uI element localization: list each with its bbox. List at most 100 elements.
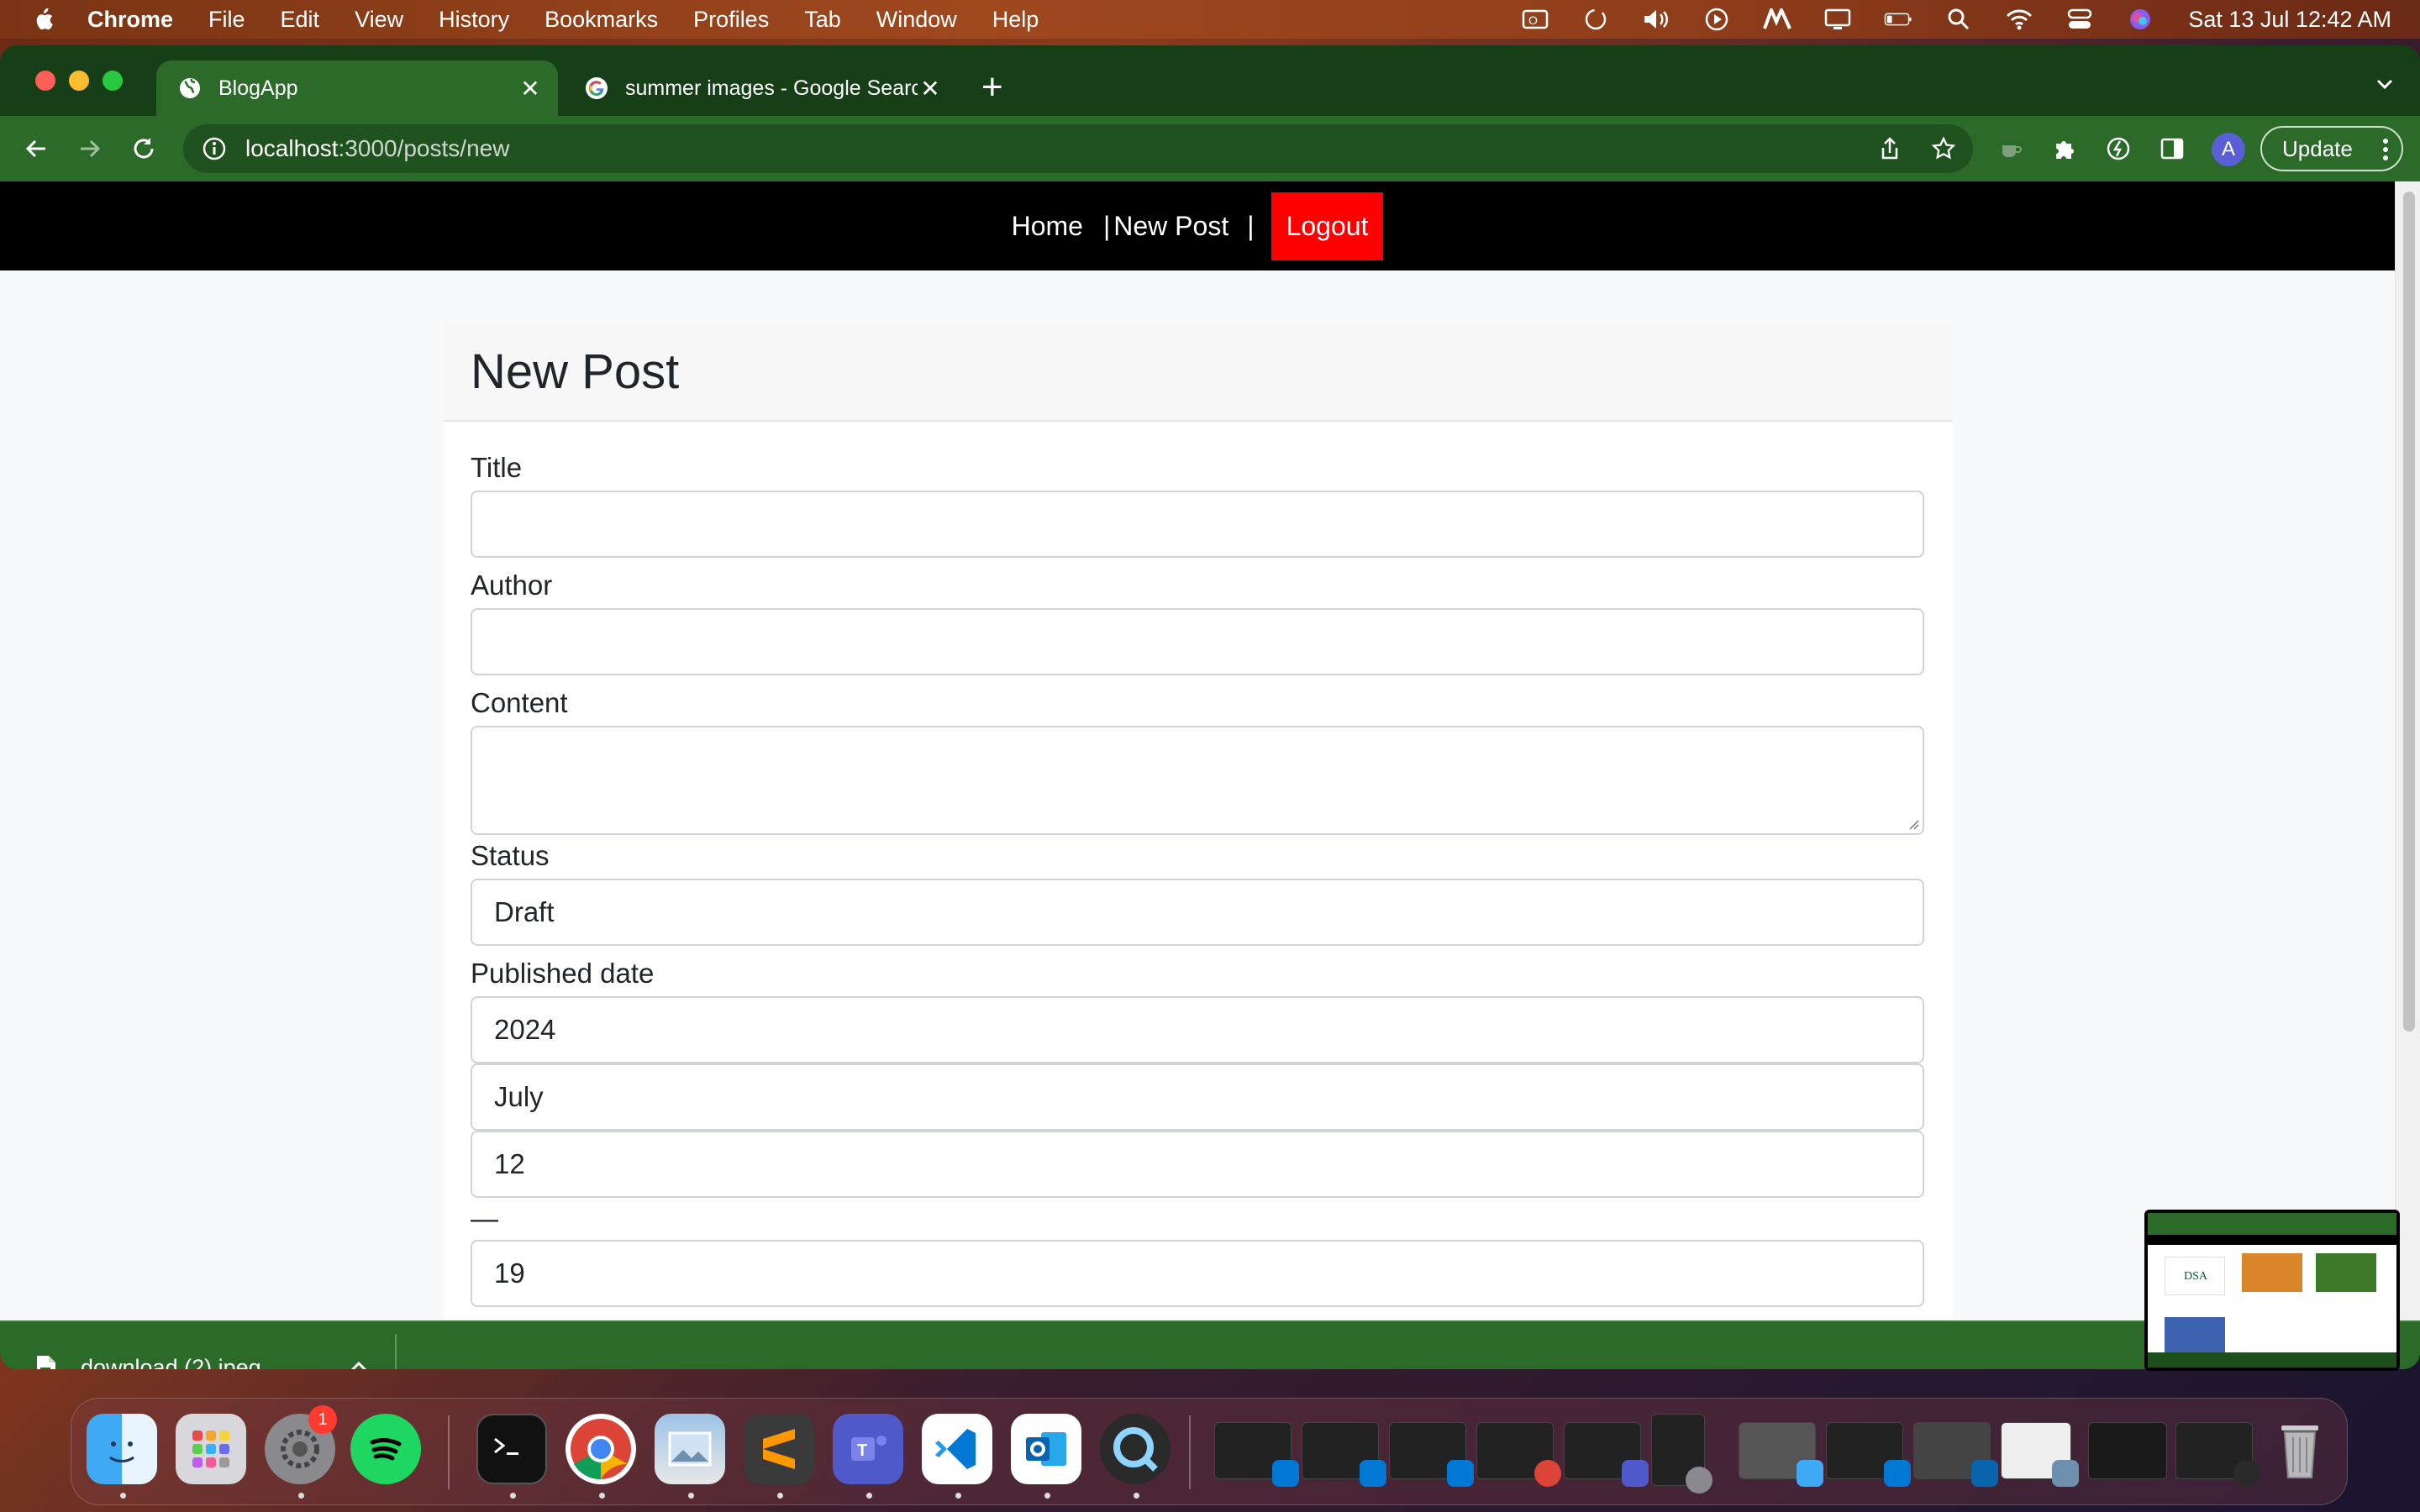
menu-history[interactable]: History: [439, 7, 509, 33]
download-item[interactable]: download (2).jpeg: [35, 1354, 261, 1369]
minimized-window[interactable]: [1913, 1422, 1998, 1487]
preview-app-icon[interactable]: [655, 1414, 725, 1484]
minimized-window[interactable]: [2175, 1422, 2260, 1487]
menu-profiles[interactable]: Profiles: [693, 7, 769, 33]
siri-icon[interactable]: [2126, 7, 2154, 32]
tab-blogapp[interactable]: BlogApp ✕: [156, 60, 558, 116]
screenshot-thumbnail[interactable]: DSA: [2144, 1210, 2400, 1371]
logout-button[interactable]: Logout: [1270, 192, 1384, 260]
terminal-app-icon[interactable]: [476, 1414, 547, 1484]
address-bar[interactable]: localhost:3000/posts/new: [183, 124, 1973, 173]
minimized-window[interactable]: [1739, 1422, 1823, 1487]
file-icon: [37, 1356, 55, 1369]
site-navbar: Home | New Post | Logout: [0, 181, 2395, 270]
play-circle-icon[interactable]: [1702, 7, 1731, 32]
vscode-icon: [1272, 1460, 1299, 1487]
more-menu-icon: [2383, 139, 2388, 160]
sublime-text-app-icon[interactable]: [744, 1414, 814, 1484]
side-panel-icon[interactable]: [2158, 134, 2186, 163]
nav-home-link[interactable]: Home: [1012, 211, 1083, 242]
teams-icon: [1622, 1460, 1649, 1487]
nav-separator: |: [1102, 210, 1111, 241]
page-scrollbar-track[interactable]: [2395, 181, 2420, 1320]
published-year-select[interactable]: 2024: [471, 996, 1924, 1063]
tab-google-search[interactable]: summer images - Google Search ✕: [563, 60, 958, 116]
menu-help[interactable]: Help: [992, 7, 1039, 33]
published-hour-select[interactable]: 19: [471, 1240, 1924, 1307]
close-tab-icon[interactable]: ✕: [518, 76, 543, 102]
zoom-window-button[interactable]: [103, 71, 123, 91]
minimized-window[interactable]: [1302, 1422, 1386, 1487]
svg-text:O: O: [1528, 13, 1538, 27]
sync-status-icon[interactable]: [1581, 7, 1610, 32]
site-info-icon[interactable]: [202, 136, 227, 161]
resize-grip-icon[interactable]: [1907, 818, 1919, 830]
minimized-window[interactable]: [1476, 1422, 1561, 1487]
tab-title: summer images - Google Search: [625, 76, 918, 100]
update-button[interactable]: Update: [2260, 126, 2403, 171]
finder-app-icon[interactable]: [87, 1414, 157, 1484]
close-window-button[interactable]: [35, 71, 55, 91]
outlook-status-icon[interactable]: O: [1521, 7, 1549, 32]
new-tab-button[interactable]: +: [981, 69, 1003, 106]
menu-view[interactable]: View: [355, 7, 403, 33]
coffee-extension-icon[interactable]: [1996, 134, 2025, 163]
page-scrollbar-thumb[interactable]: [2403, 192, 2415, 1032]
chrome-icon: [1534, 1460, 1561, 1487]
forward-button[interactable]: [74, 133, 106, 165]
menubar-clock[interactable]: Sat 13 Jul 12:42 AM: [2188, 7, 2391, 33]
minimized-window[interactable]: [1389, 1422, 1474, 1487]
teams-app-icon[interactable]: T: [833, 1414, 903, 1484]
author-input[interactable]: [471, 608, 1924, 675]
apple-icon[interactable]: [34, 8, 54, 31]
minimized-window[interactable]: [2088, 1422, 2167, 1479]
content-textarea[interactable]: [471, 726, 1924, 835]
tab-search-chevron-icon[interactable]: [2375, 74, 2395, 94]
outlook-app-icon[interactable]: [1011, 1414, 1081, 1484]
spotify-app-icon[interactable]: [350, 1414, 421, 1484]
macos-menu-bar: Chrome File Edit View History Bookmarks …: [0, 0, 2420, 39]
minimized-window[interactable]: [1564, 1422, 1649, 1487]
chrome-app-icon[interactable]: [566, 1414, 636, 1484]
vscode-icon: [1447, 1460, 1474, 1487]
finder-icon: [1797, 1460, 1823, 1487]
profile-avatar[interactable]: A: [2212, 133, 2245, 166]
bookmark-star-icon[interactable]: [1931, 136, 1956, 161]
minimized-window[interactable]: [1214, 1422, 1299, 1487]
quicktime-app-icon[interactable]: [1100, 1414, 1171, 1484]
nav-new-post-link[interactable]: New Post: [1113, 211, 1228, 242]
menu-app-name[interactable]: Chrome: [87, 7, 173, 33]
reload-button[interactable]: [128, 133, 160, 165]
published-day-select[interactable]: 12: [471, 1131, 1924, 1198]
control-center-icon[interactable]: [2065, 7, 2094, 32]
spotlight-search-icon[interactable]: [1944, 7, 1973, 32]
share-icon[interactable]: [1877, 136, 1902, 161]
display-icon[interactable]: [1823, 7, 1852, 32]
published-month-select[interactable]: July: [471, 1063, 1924, 1131]
mm-logo-icon[interactable]: [1763, 7, 1792, 32]
minimized-window[interactable]: [1826, 1422, 1911, 1487]
menu-window[interactable]: Window: [876, 7, 957, 33]
minimized-window[interactable]: [2001, 1422, 2079, 1487]
page-viewport: Home | New Post | Logout New Post Title A…: [0, 181, 2420, 1320]
menu-tab[interactable]: Tab: [804, 7, 841, 33]
menu-bookmarks[interactable]: Bookmarks: [544, 7, 658, 33]
trash-icon[interactable]: [2265, 1414, 2335, 1484]
extensions-puzzle-icon[interactable]: [2050, 134, 2079, 163]
wifi-icon[interactable]: [2005, 7, 2033, 32]
menu-file[interactable]: File: [208, 7, 245, 33]
menu-edit[interactable]: Edit: [281, 7, 320, 33]
svg-text:DSA: DSA: [2184, 1270, 2208, 1283]
volume-icon[interactable]: [1642, 7, 1670, 32]
minimized-window[interactable]: [1651, 1414, 1712, 1494]
status-select[interactable]: Draft: [471, 879, 1924, 946]
launchpad-app-icon[interactable]: [176, 1414, 246, 1484]
vscode-app-icon[interactable]: [922, 1414, 992, 1484]
minimize-window-button[interactable]: [69, 71, 89, 91]
back-button[interactable]: [20, 133, 52, 165]
battery-icon[interactable]: [1884, 7, 1912, 32]
chevron-up-icon[interactable]: [348, 1356, 370, 1369]
close-tab-icon[interactable]: ✕: [918, 76, 943, 102]
title-input[interactable]: [471, 491, 1924, 558]
sync-extension-icon[interactable]: [2104, 134, 2133, 163]
